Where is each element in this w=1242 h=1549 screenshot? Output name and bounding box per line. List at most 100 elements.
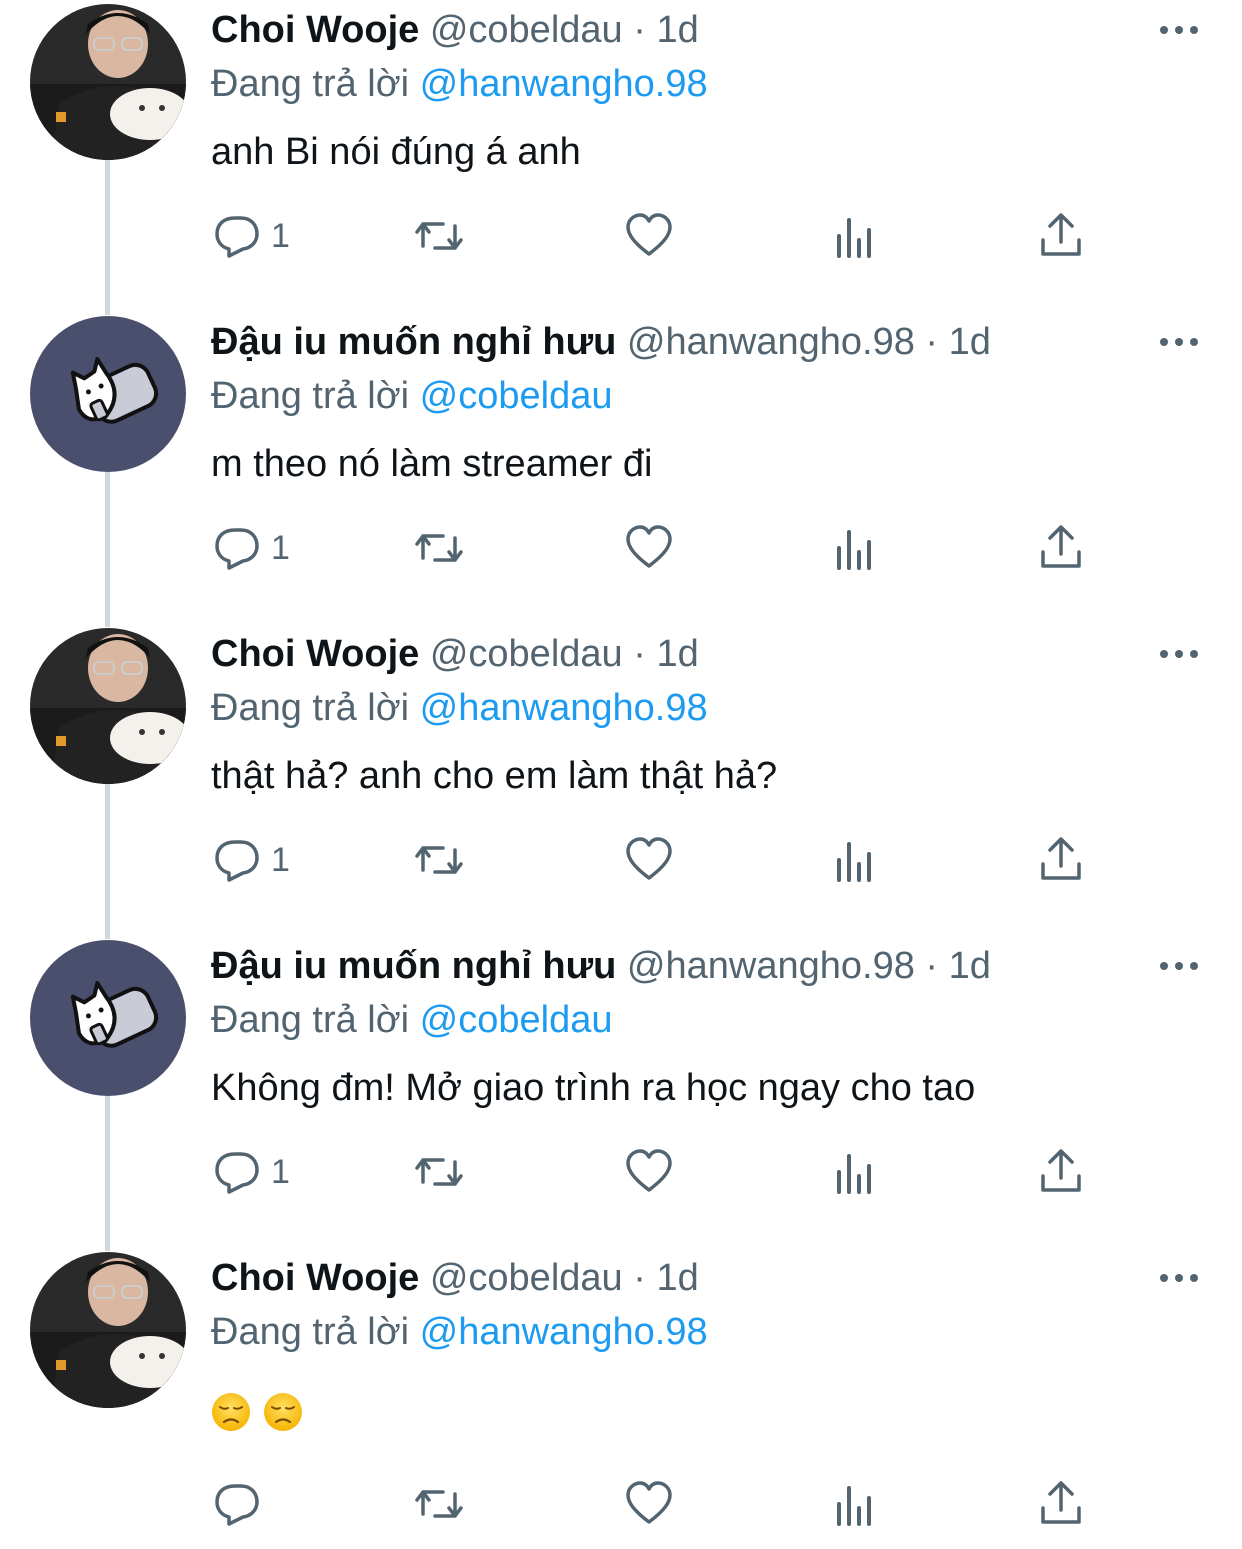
replying-to: Đang trả lời @hanwangho.98 — [211, 1308, 708, 1356]
tweet-emoji-content — [211, 1392, 315, 1432]
like-button[interactable] — [623, 1478, 675, 1530]
tweet-text: Không đm! Mở giao trình ra học ngay cho … — [211, 1067, 976, 1109]
replying-to-mention[interactable]: @hanwangho.98 — [420, 63, 708, 105]
retweet-button[interactable] — [413, 522, 465, 574]
avatar[interactable] — [30, 316, 186, 472]
reply-button[interactable] — [211, 1478, 271, 1530]
avatar[interactable] — [30, 628, 186, 784]
share-button[interactable] — [1035, 1478, 1087, 1530]
share-button[interactable] — [1035, 522, 1087, 574]
reply-icon — [215, 528, 259, 570]
share-button[interactable] — [1035, 834, 1087, 886]
replying-to: Đang trả lời @hanwangho.98 — [211, 684, 708, 732]
replying-to-mention[interactable]: @hanwangho.98 — [420, 1311, 708, 1353]
user-handle[interactable]: @hanwangho.98 — [627, 321, 915, 363]
tweet-header: Đậu iu muốn nghỉ hưu @hanwangho.98 · 1d — [211, 942, 991, 990]
separator-dot: · — [633, 1257, 646, 1299]
like-icon — [626, 837, 672, 880]
tweet-text: m theo nó làm streamer đi — [211, 443, 653, 485]
action-bar — [211, 1478, 1111, 1530]
tweet[interactable]: Đậu iu muốn nghỉ hưu @hanwangho.98 · 1d … — [0, 936, 1242, 1251]
share-button[interactable] — [1035, 210, 1087, 262]
more-icon[interactable] — [1158, 330, 1200, 354]
like-button[interactable] — [623, 1146, 675, 1198]
retweet-button[interactable] — [413, 1146, 465, 1198]
timestamp[interactable]: 1d — [656, 9, 698, 51]
like-button[interactable] — [623, 834, 675, 886]
reply-button[interactable]: 1 — [211, 834, 290, 886]
share-icon — [1041, 525, 1081, 568]
retweet-icon — [415, 1158, 463, 1186]
replying-to: Đang trả lời @hanwangho.98 — [211, 60, 708, 108]
more-icon[interactable] — [1158, 1266, 1200, 1290]
like-button[interactable] — [623, 522, 675, 574]
replying-to-mention[interactable]: @cobeldau — [420, 999, 613, 1041]
views-button[interactable] — [829, 210, 881, 262]
display-name[interactable]: Đậu iu muốn nghỉ hưu — [211, 945, 616, 987]
person-avatar-image — [30, 1252, 186, 1408]
views-icon — [837, 1486, 871, 1526]
display-name[interactable]: Choi Wooje — [211, 1257, 419, 1299]
timestamp[interactable]: 1d — [949, 321, 991, 363]
views-button[interactable] — [829, 1478, 881, 1530]
tweet-text: thật hả? anh cho em làm thật hả? — [211, 755, 778, 797]
display-name[interactable]: Choi Wooje — [211, 9, 419, 51]
retweet-icon — [415, 846, 463, 874]
action-bar: 1 — [211, 522, 1111, 574]
user-handle[interactable]: @cobeldau — [430, 1257, 623, 1299]
separator-dot: · — [633, 633, 646, 675]
retweet-icon — [415, 534, 463, 562]
action-bar: 1 — [211, 210, 1111, 262]
reply-button[interactable]: 1 — [211, 522, 290, 574]
tweet-header: Đậu iu muốn nghỉ hưu @hanwangho.98 · 1d — [211, 318, 991, 366]
tweet-header: Choi Wooje @cobeldau · 1d — [211, 630, 699, 678]
retweet-button[interactable] — [413, 1478, 465, 1530]
user-handle[interactable]: @cobeldau — [430, 633, 623, 675]
more-icon[interactable] — [1158, 954, 1200, 978]
like-button[interactable] — [623, 210, 675, 262]
display-name[interactable]: Đậu iu muốn nghỉ hưu — [211, 321, 616, 363]
replying-to: Đang trả lời @cobeldau — [211, 372, 613, 420]
tweet[interactable]: Choi Wooje @cobeldau · 1d Đang trả lời @… — [0, 1248, 1242, 1549]
reply-button[interactable]: 1 — [211, 210, 290, 262]
like-icon — [626, 525, 672, 568]
views-button[interactable] — [829, 1146, 881, 1198]
more-icon[interactable] — [1158, 642, 1200, 666]
timestamp[interactable]: 1d — [656, 633, 698, 675]
reply-button[interactable]: 1 — [211, 1146, 290, 1198]
tweet-header: Choi Wooje @cobeldau · 1d — [211, 1254, 699, 1302]
tweet[interactable]: Đậu iu muốn nghỉ hưu @hanwangho.98 · 1d … — [0, 312, 1242, 627]
avatar[interactable] — [30, 4, 186, 160]
share-button[interactable] — [1035, 1146, 1087, 1198]
disappointed-face-emoji — [264, 1393, 302, 1431]
user-handle[interactable]: @cobeldau — [430, 9, 623, 51]
tweet[interactable]: Choi Wooje @cobeldau · 1d Đang trả lời @… — [0, 624, 1242, 939]
tweet-text: anh Bi nói đúng á anh — [211, 131, 581, 173]
separator-dot: · — [633, 9, 646, 51]
tweet[interactable]: Choi Wooje @cobeldau · 1d Đang trả lời @… — [0, 0, 1242, 315]
avatar[interactable] — [30, 940, 186, 1096]
replying-to-mention[interactable]: @cobeldau — [420, 375, 613, 417]
thread-connector-line — [105, 472, 110, 627]
more-icon[interactable] — [1158, 18, 1200, 42]
replying-prefix: Đang trả lời — [211, 999, 410, 1041]
replying-prefix: Đang trả lời — [211, 1311, 410, 1353]
reply-count: 1 — [271, 1152, 290, 1191]
like-icon — [626, 1149, 672, 1192]
reply-icon — [215, 1484, 259, 1526]
views-button[interactable] — [829, 834, 881, 886]
reply-icon — [215, 1152, 259, 1194]
retweet-button[interactable] — [413, 210, 465, 262]
retweet-button[interactable] — [413, 834, 465, 886]
timestamp[interactable]: 1d — [949, 945, 991, 987]
user-handle[interactable]: @hanwangho.98 — [627, 945, 915, 987]
views-icon — [837, 530, 871, 570]
views-button[interactable] — [829, 522, 881, 574]
replying-to-mention[interactable]: @hanwangho.98 — [420, 687, 708, 729]
reply-count: 1 — [271, 216, 290, 255]
share-icon — [1041, 213, 1081, 256]
action-bar: 1 — [211, 834, 1111, 886]
timestamp[interactable]: 1d — [656, 1257, 698, 1299]
avatar[interactable] — [30, 1252, 186, 1408]
display-name[interactable]: Choi Wooje — [211, 633, 419, 675]
